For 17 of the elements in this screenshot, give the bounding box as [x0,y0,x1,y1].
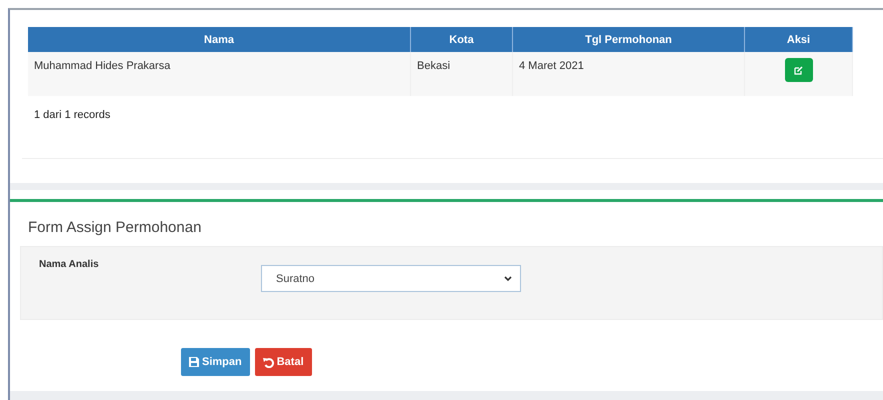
table-cell: Muhammad Hides Prakarsa [28,52,410,96]
cancel-button[interactable]: Batal [254,348,312,376]
field-label: Nama Analis [39,259,100,272]
column-header: Kota [410,27,512,52]
edit-button[interactable] [784,58,812,82]
chevron-down-icon [504,276,512,282]
analyst-dropdown[interactable]: Suratno [261,265,521,292]
save-button[interactable]: Simpan [181,348,250,376]
column-header: Nama [28,27,410,52]
edit-icon [794,66,803,74]
table-cell: Bekasi [410,52,512,96]
form-title: Form Assign Permohonan [28,219,202,236]
record-count: 1 dari 1 records [34,109,112,121]
undo-icon [262,356,274,368]
column-header: Aksi [744,27,852,52]
table-cell: 4 Maret 2021 [512,52,744,96]
column-header: Tgl Permohonan [512,27,744,52]
